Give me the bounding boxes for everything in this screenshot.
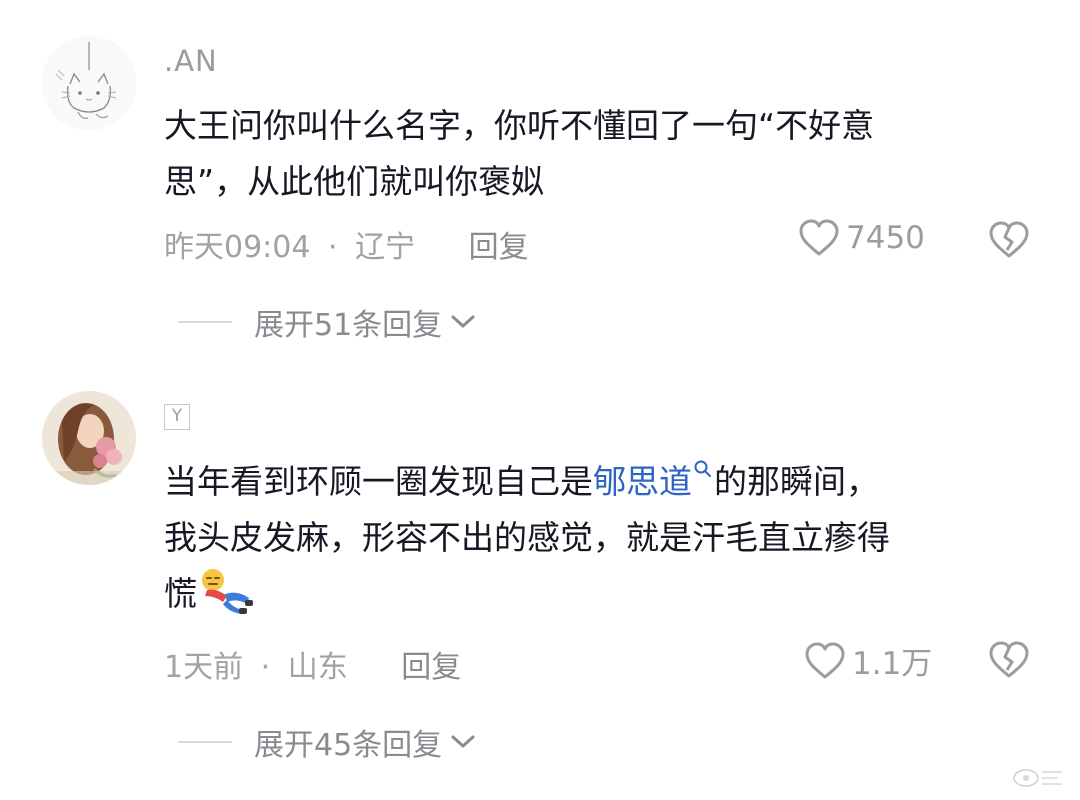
expand-divider-line xyxy=(178,741,232,743)
expand-replies-button[interactable]: 展开45条回复 xyxy=(178,720,476,764)
comment-text-segment: 当年看到环顾一圈发现自己是 xyxy=(164,462,593,501)
expand-replies-button[interactable]: 展开51条回复 xyxy=(178,300,476,344)
watermark-logo-icon xyxy=(1013,769,1062,787)
dislike-button[interactable] xyxy=(988,220,1030,264)
location: 辽宁 xyxy=(355,230,416,265)
chevron-down-icon xyxy=(451,315,475,328)
timestamp: 昨天09:04 xyxy=(164,230,311,265)
expand-replies-label: 展开51条回复 xyxy=(254,308,443,343)
comment-text-line: 当年看到环顾一圈发现自己是郇思道 的那瞬间， xyxy=(164,454,1034,510)
heart-outline-icon xyxy=(805,642,845,678)
avatar[interactable] xyxy=(42,391,136,485)
meta-separator: · xyxy=(328,230,338,265)
broken-heart-icon xyxy=(989,221,1029,258)
comment-text-line: 思”，从此他们就叫你褒姒 xyxy=(164,162,545,201)
search-icon xyxy=(694,460,711,477)
username[interactable]: .AN xyxy=(164,44,218,78)
cat-sketch-avatar-image xyxy=(42,36,136,130)
reply-button[interactable]: 回复 xyxy=(469,230,529,265)
location: 山东 xyxy=(287,650,348,685)
comment-text-segment: 的那瞬间， xyxy=(714,462,879,501)
user-badge[interactable]: Y xyxy=(164,404,190,430)
comment-text-segment: 慌 xyxy=(164,574,197,613)
like-count: 7450 xyxy=(846,220,925,256)
expand-divider-line xyxy=(178,321,232,323)
heart-outline-icon xyxy=(799,219,839,256)
like-count: 1.1万 xyxy=(852,646,933,682)
dislike-button[interactable] xyxy=(988,640,1030,684)
expand-replies-label: 展开45条回复 xyxy=(254,728,443,763)
chevron-down-icon xyxy=(451,735,475,748)
falling-person-emoji-icon xyxy=(202,568,253,614)
broken-heart-icon xyxy=(989,641,1029,678)
avatar[interactable] xyxy=(42,36,136,130)
timestamp: 1天前 xyxy=(164,650,244,685)
search-link[interactable]: 郇思道 xyxy=(593,460,714,501)
reply-button[interactable]: 回复 xyxy=(401,650,461,685)
like-button[interactable]: 7450 xyxy=(798,218,925,258)
comment-meta: 1天前 · 山东 回复 xyxy=(164,642,461,686)
comment-meta: 昨天09:04 · 辽宁 回复 xyxy=(164,222,529,266)
comment-text-line: 慌 xyxy=(164,566,1034,622)
search-link-text: 郇思道 xyxy=(593,462,692,501)
meta-separator: · xyxy=(260,650,271,685)
like-button[interactable]: 1.1万 xyxy=(804,638,932,683)
comment-text-line: 大王问你叫什么名字，你听不懂回了一句“不好意 xyxy=(164,106,875,145)
comment-text: 大王问你叫什么名字，你听不懂回了一句“不好意 思”，从此他们就叫你褒姒 xyxy=(164,98,1034,210)
girl-with-flowers-avatar-image xyxy=(42,391,136,485)
comment-text: 当年看到环顾一圈发现自己是郇思道 的那瞬间， 我头皮发麻，形容不出的感觉，就是汗… xyxy=(164,454,1034,622)
comment-text-line: 我头皮发麻，形容不出的感觉，就是汗毛直立瘆得 xyxy=(164,518,890,557)
